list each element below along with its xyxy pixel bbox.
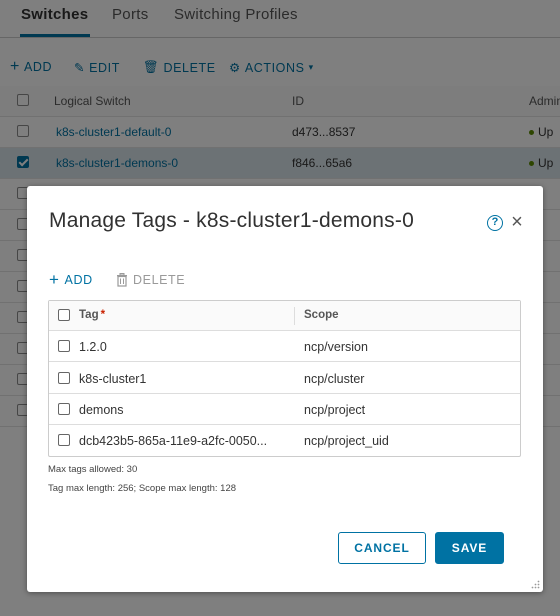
- tag-value[interactable]: k8s-cluster1: [79, 372, 146, 386]
- tag-row-checkbox[interactable]: [58, 403, 70, 415]
- required-marker: *: [100, 309, 106, 321]
- plus-icon: +: [49, 270, 60, 289]
- manage-tags-dialog: Manage Tags - k8s-cluster1-demons-0 ? × …: [27, 186, 543, 592]
- tags-table-header: Tag * Scope: [49, 301, 520, 331]
- add-tag-button[interactable]: + ADD: [49, 270, 93, 289]
- length-limits-note: Tag max length: 256; Scope max length: 1…: [48, 483, 237, 494]
- tag-row-checkbox[interactable]: [58, 340, 70, 352]
- tag-row[interactable]: k8s-cluster1 ncp/cluster: [49, 363, 520, 394]
- tag-row-checkbox[interactable]: [58, 372, 70, 384]
- delete-tag-button[interactable]: DELETE: [116, 273, 185, 287]
- col-scope[interactable]: Scope: [304, 309, 339, 321]
- tag-value[interactable]: 1.2.0: [79, 340, 107, 354]
- help-icon[interactable]: ?: [487, 215, 503, 231]
- max-tags-note: Max tags allowed: 30: [48, 464, 138, 475]
- scope-value[interactable]: ncp/project_uid: [304, 434, 389, 448]
- tag-row[interactable]: dcb423b5-865a-11e9-a2fc-0050... ncp/proj…: [49, 425, 520, 456]
- column-divider: [294, 307, 295, 325]
- cancel-button[interactable]: CANCEL: [338, 532, 426, 564]
- save-button[interactable]: SAVE: [435, 532, 504, 564]
- delete-tag-label: DELETE: [133, 273, 186, 287]
- col-tag[interactable]: Tag *: [79, 309, 105, 321]
- select-all-tags-checkbox[interactable]: [58, 309, 70, 321]
- tag-row[interactable]: demons ncp/project: [49, 394, 520, 425]
- trash-icon: [117, 273, 127, 287]
- tag-row[interactable]: 1.2.0 ncp/version: [49, 331, 520, 362]
- resize-handle-icon[interactable]: [531, 580, 540, 589]
- scope-value[interactable]: ncp/version: [304, 340, 368, 354]
- tag-value[interactable]: demons: [79, 403, 123, 417]
- scope-value[interactable]: ncp/project: [304, 403, 365, 417]
- tags-table: Tag * Scope 1.2.0 ncp/version k8s-cluster…: [48, 300, 521, 457]
- add-tag-label: ADD: [64, 273, 93, 287]
- tag-row-checkbox[interactable]: [58, 434, 70, 446]
- scope-value[interactable]: ncp/cluster: [304, 372, 364, 386]
- tag-value[interactable]: dcb423b5-865a-11e9-a2fc-0050...: [79, 434, 267, 448]
- close-icon[interactable]: ×: [509, 212, 525, 232]
- dialog-title: Manage Tags - k8s-cluster1-demons-0: [49, 209, 414, 232]
